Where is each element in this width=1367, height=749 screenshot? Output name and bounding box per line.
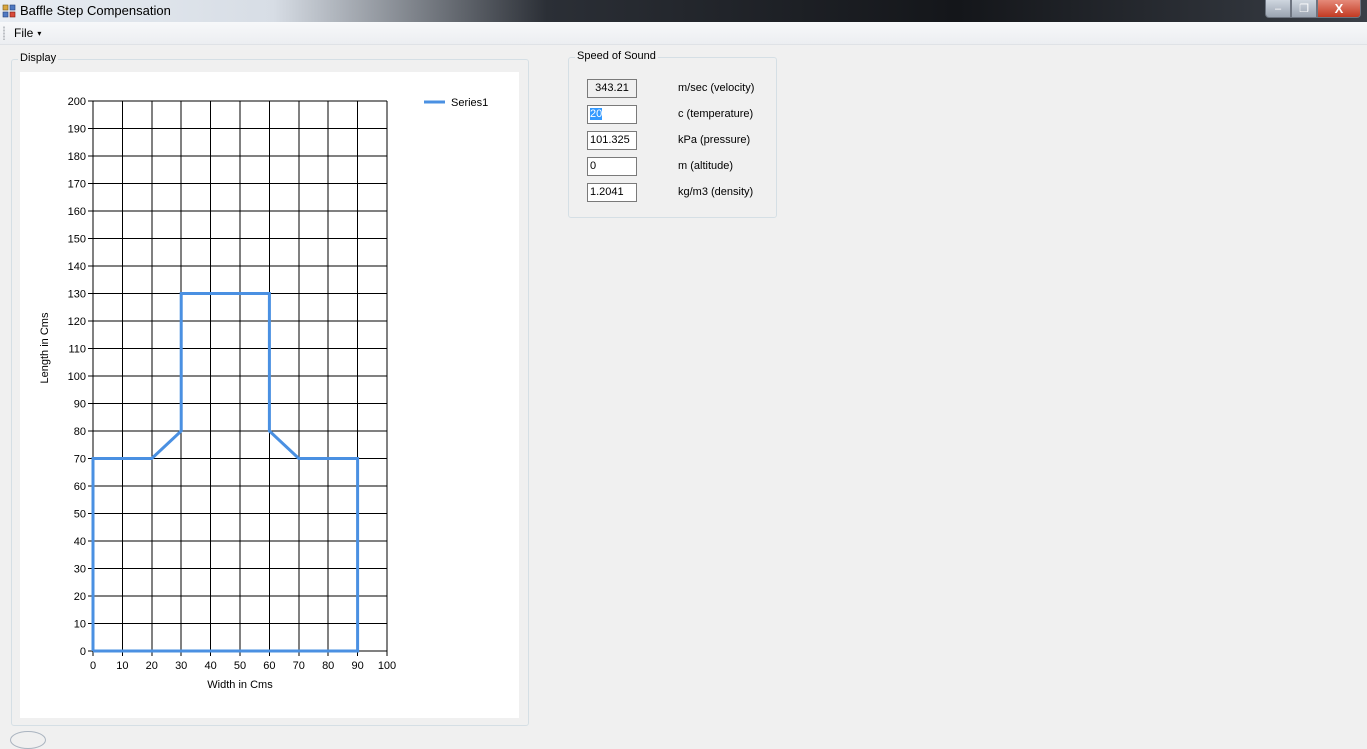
- maximize-button[interactable]: ❐: [1291, 0, 1317, 18]
- window-title: Baffle Step Compensation: [20, 3, 171, 18]
- close-icon: X: [1334, 1, 1344, 16]
- app-icon: [2, 4, 16, 18]
- y-tick-label: 80: [74, 426, 86, 438]
- y-tick-label: 70: [74, 454, 86, 466]
- y-tick-label: 120: [68, 316, 86, 328]
- altitude-label: m (altitude): [678, 160, 734, 172]
- minimize-button[interactable]: –: [1265, 0, 1291, 18]
- y-tick-label: 0: [80, 646, 86, 658]
- x-tick-label: 30: [175, 660, 187, 672]
- y-tick-label: 40: [74, 536, 86, 548]
- title-bar: Baffle Step Compensation – ❐ X: [0, 0, 1367, 22]
- x-tick-label: 90: [351, 660, 363, 672]
- y-tick-label: 160: [68, 206, 86, 218]
- y-tick-label: 90: [74, 399, 86, 411]
- chart: 0102030405060708090100110120130140150160…: [39, 96, 488, 691]
- window-controls: – ❐ X: [1265, 0, 1361, 18]
- menu-file-label: File: [14, 26, 34, 40]
- minimize-icon: –: [1274, 2, 1282, 15]
- chart-series: [91, 292, 360, 653]
- y-tick-label: 110: [68, 344, 86, 356]
- display-group-title: Display: [18, 52, 59, 64]
- x-tick-label: 10: [116, 660, 128, 672]
- velocity-field[interactable]: 343.21: [587, 79, 637, 98]
- y-tick-label: 100: [68, 371, 86, 383]
- temperature-label: c (temperature): [678, 108, 754, 120]
- y-tick-label: 60: [74, 481, 86, 493]
- temperature-value: 20: [590, 108, 603, 120]
- velocity-label: m/sec (velocity): [678, 82, 755, 94]
- x-tick-label: 100: [378, 660, 396, 672]
- x-axis-ticks: 0 10 20 30 40 50 60 70 80 90 100: [90, 651, 396, 672]
- density-input[interactable]: 1.2041: [587, 183, 637, 202]
- temperature-input[interactable]: 20: [587, 105, 637, 124]
- y-axis-ticks: 0 10 20 30 40 50 60 70 80 90 100 110 120 130 140 150 160…: [68, 96, 93, 658]
- y-tick-label: 140: [68, 261, 86, 273]
- y-tick-label: 20: [74, 591, 86, 603]
- chart-area: 0 10 20 30 40 50 60 70 80 90 100 110 120 130 140 150 160…: [20, 72, 519, 718]
- x-tick-label: 40: [204, 660, 216, 672]
- y-axis-title: Length in Cms: [39, 312, 51, 383]
- menu-bar: File ▾: [0, 22, 1367, 45]
- maximize-icon: ❐: [1299, 3, 1309, 15]
- x-tick-label: 60: [263, 660, 275, 672]
- x-axis-title: Width in Cms: [207, 679, 273, 691]
- y-tick-label: 150: [68, 234, 86, 246]
- y-tick-label: 190: [68, 124, 86, 136]
- chart-grid: [92, 100, 388, 652]
- y-tick-label: 170: [68, 179, 86, 191]
- y-tick-label: 180: [68, 151, 86, 163]
- chart-legend: Series1: [424, 97, 488, 109]
- speed-of-sound-title: Speed of Sound: [575, 50, 658, 62]
- pressure-label: kPa (pressure): [678, 134, 751, 146]
- legend-label: Series1: [451, 97, 488, 109]
- x-tick-label: 0: [90, 660, 96, 672]
- pressure-input[interactable]: 101.325: [587, 131, 637, 150]
- menu-file[interactable]: File ▾: [14, 26, 41, 40]
- x-tick-label: 20: [146, 660, 158, 672]
- chevron-down-icon: ▾: [37, 29, 42, 39]
- y-tick-label: 130: [68, 289, 86, 301]
- series-line-0: [91, 292, 360, 653]
- toolstrip-grip-icon[interactable]: [3, 26, 5, 40]
- x-tick-label: 70: [293, 660, 305, 672]
- y-tick-label: 50: [74, 509, 86, 521]
- altitude-input[interactable]: 0: [587, 157, 637, 176]
- taskbar-start-orb: [10, 731, 46, 749]
- close-button[interactable]: X: [1317, 0, 1361, 18]
- x-tick-label: 50: [234, 660, 246, 672]
- y-tick-label: 10: [74, 619, 86, 631]
- y-tick-label: 30: [74, 564, 86, 576]
- x-tick-label: 80: [322, 660, 334, 672]
- y-tick-label: 200: [68, 96, 86, 108]
- density-label: kg/m3 (density): [678, 186, 754, 198]
